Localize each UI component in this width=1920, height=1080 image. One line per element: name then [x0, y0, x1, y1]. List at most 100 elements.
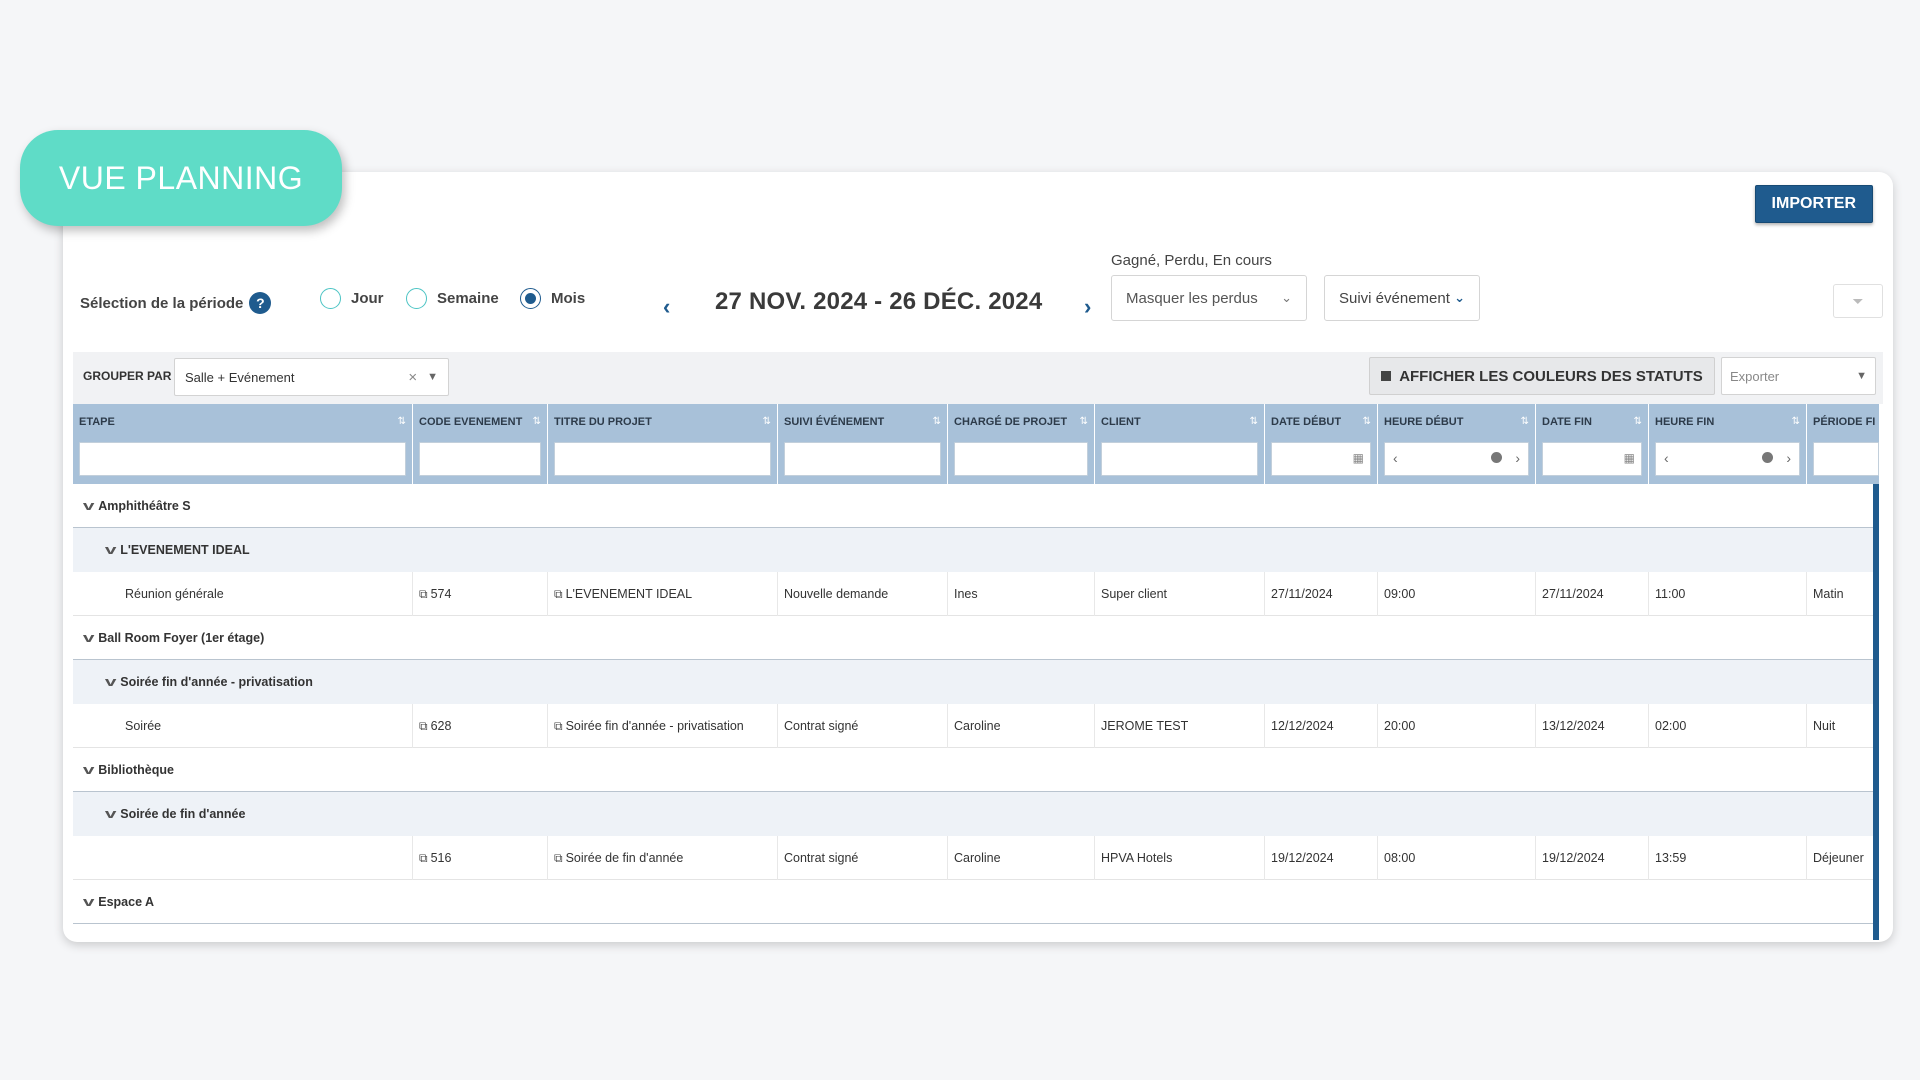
column-header[interactable]: TITRE DU PROJET ⇅: [548, 404, 778, 484]
chevron-down-icon[interactable]: v: [83, 762, 95, 777]
cell-titre[interactable]: ⧉ L'EVENEMENT IDEAL: [548, 572, 778, 616]
filter-input[interactable]: [1101, 442, 1258, 476]
caret-down-icon: ▼: [427, 371, 438, 383]
column-title: CODE EVENEMENT: [419, 416, 523, 428]
column-header[interactable]: ETAPE ⇅: [73, 404, 413, 484]
room-title: Bibliothèque: [98, 762, 174, 777]
date-filter-input[interactable]: ▦: [1542, 442, 1642, 476]
chevron-down-icon[interactable]: v: [83, 894, 95, 909]
chevron-left-icon[interactable]: ‹: [1393, 450, 1398, 466]
radio-circle-icon: [406, 288, 427, 309]
cell-periode: Nuit: [1813, 719, 1836, 733]
sort-icon[interactable]: ⇅: [398, 416, 406, 427]
help-icon[interactable]: ?: [249, 292, 272, 314]
sort-icon[interactable]: ⇅: [1634, 416, 1642, 427]
chevron-down-icon[interactable]: v: [105, 806, 117, 821]
cell-titre[interactable]: ⧉ Soirée fin d'année - privatisation: [548, 704, 778, 748]
cell-heure-debut: 20:00: [1378, 704, 1536, 748]
column-header[interactable]: HEURE DÉBUT ⇅ ‹ ›: [1378, 404, 1536, 484]
table-row[interactable]: ⧉ 516 ⧉ Soirée de fin d'année Contrat sign…: [73, 836, 1873, 880]
cell-titre[interactable]: ⧉ Soirée de fin d'année: [548, 836, 778, 880]
period-selection: Sélection de la période ? Jour Semaine M…: [63, 252, 1893, 342]
event-group-row[interactable]: v L'EVENEMENT IDEAL: [73, 528, 1873, 572]
sort-icon[interactable]: ⇅: [1080, 416, 1088, 427]
room-title: Ball Room Foyer (1er étage): [98, 630, 265, 645]
sort-icon[interactable]: ⇅: [1250, 416, 1258, 427]
radio-label: Semaine: [437, 290, 499, 307]
chevron-right-icon[interactable]: ›: [1786, 450, 1791, 466]
chevron-down-icon[interactable]: v: [105, 674, 117, 689]
calendar-icon[interactable]: ▦: [1624, 451, 1635, 465]
column-header[interactable]: CHARGÉ DE PROJET ⇅: [948, 404, 1095, 484]
room-group-row[interactable]: v Amphithéâtre S: [73, 484, 1873, 528]
radio-jour[interactable]: Jour: [320, 288, 384, 309]
clear-filter-button[interactable]: ⏷: [1833, 284, 1883, 318]
filter-input[interactable]: [419, 442, 541, 476]
column-header[interactable]: CODE EVENEMENT ⇅: [413, 404, 548, 484]
time-filter-input[interactable]: ‹ ›: [1384, 442, 1529, 476]
prev-period-icon[interactable]: ‹: [663, 294, 670, 320]
group-by-select[interactable]: Salle + Evénement × ▼: [174, 358, 449, 396]
column-header[interactable]: SUIVI ÉVÉNEMENT ⇅: [778, 404, 948, 484]
time-filter-input[interactable]: ‹ ›: [1655, 442, 1800, 476]
external-link-icon: ⧉: [554, 719, 563, 733]
cell-code[interactable]: ⧉ 628: [413, 704, 548, 748]
sort-icon[interactable]: ⇅: [763, 416, 771, 427]
import-button[interactable]: IMPORTER: [1754, 185, 1873, 223]
hide-lost-select[interactable]: Masquer les perdus ⌄: [1111, 275, 1307, 321]
sort-icon[interactable]: ⇅: [1521, 416, 1529, 427]
next-period-icon[interactable]: ›: [1084, 294, 1091, 320]
square-icon: [1381, 371, 1392, 381]
sort-icon[interactable]: ⇅: [1363, 416, 1371, 427]
cell-date-fin: 27/11/2024: [1536, 572, 1649, 616]
filter-input[interactable]: [954, 442, 1088, 476]
room-group-row[interactable]: v Bibliothèque: [73, 748, 1873, 792]
cell-code[interactable]: ⧉ 574: [413, 572, 548, 616]
sort-icon[interactable]: ⇅: [533, 416, 541, 427]
filter-input[interactable]: [79, 442, 406, 476]
column-header[interactable]: CLIENT ⇅: [1095, 404, 1265, 484]
chevron-left-icon[interactable]: ‹: [1664, 450, 1669, 466]
titre-value: Soirée fin d'année - privatisation: [565, 719, 744, 733]
room-group-row[interactable]: v Ball Room Foyer (1er étage): [73, 616, 1873, 660]
grid-header: ETAPE ⇅ CODE EVENEMENT ⇅ TITRE DU PROJET ⇅ …: [73, 404, 1879, 484]
table-row[interactable]: Réunion générale ⧉ 574 ⧉ L'EVENEMENT IDEAL…: [73, 572, 1873, 616]
column-header[interactable]: PÉRIODE FI: [1807, 404, 1879, 484]
filter-input[interactable]: [1813, 442, 1879, 476]
chevron-right-icon[interactable]: ›: [1515, 450, 1520, 466]
radio-selected-icon: [520, 288, 541, 309]
radio-semaine[interactable]: Semaine: [406, 288, 499, 309]
vertical-scrollbar[interactable]: [1873, 484, 1879, 940]
chevron-down-icon[interactable]: v: [105, 542, 117, 557]
radio-mois[interactable]: Mois: [520, 288, 585, 309]
period-label-text: Sélection de la période: [80, 294, 244, 312]
cell-etape: [73, 836, 413, 880]
export-select[interactable]: Exporter ▼: [1721, 357, 1876, 395]
sort-icon[interactable]: ⇅: [1792, 416, 1800, 427]
event-group-row[interactable]: v Soirée fin d'année - privatisation: [73, 660, 1873, 704]
event-group-row[interactable]: v Soirée de fin d'année: [73, 792, 1873, 836]
chevron-down-icon[interactable]: v: [83, 498, 95, 513]
page-badge: VUE PLANNING: [20, 130, 342, 226]
cell-code[interactable]: ⧉ 516: [413, 836, 548, 880]
external-link-icon: ⧉: [419, 851, 428, 865]
show-status-colors-button[interactable]: AFFICHER LES COULEURS DES STATUTS: [1369, 357, 1715, 395]
column-header[interactable]: DATE FIN ⇅ ▦: [1536, 404, 1649, 484]
cell-client: Super client: [1095, 572, 1265, 616]
cell-charge: Caroline: [948, 836, 1095, 880]
sort-icon[interactable]: ⇅: [933, 416, 941, 427]
room-group-row[interactable]: v Espace A: [73, 880, 1873, 924]
filter-input[interactable]: [784, 442, 941, 476]
chevron-down-icon[interactable]: v: [83, 630, 95, 645]
calendar-icon[interactable]: ▦: [1353, 451, 1364, 465]
clear-icon[interactable]: ×: [408, 369, 417, 386]
status-caption: Gagné, Perdu, En cours: [1111, 252, 1272, 269]
follow-select[interactable]: Suivi événement ⌄: [1324, 275, 1480, 321]
column-title: TITRE DU PROJET: [554, 416, 652, 428]
date-filter-input[interactable]: ▦: [1271, 442, 1371, 476]
column-header[interactable]: DATE DÉBUT ⇅ ▦: [1265, 404, 1378, 484]
cell-heure-debut: 08:00: [1378, 836, 1536, 880]
table-row[interactable]: Soirée ⧉ 628 ⧉ Soirée fin d'année - privat…: [73, 704, 1873, 748]
column-header[interactable]: HEURE FIN ⇅ ‹ ›: [1649, 404, 1807, 484]
filter-input[interactable]: [554, 442, 771, 476]
